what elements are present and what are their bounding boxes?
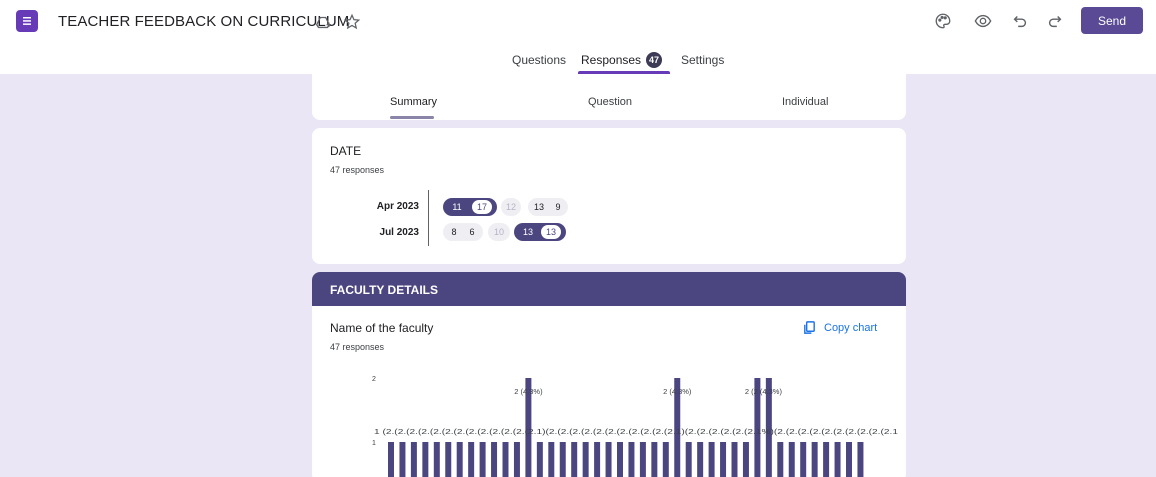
day-chip[interactable]: 17 (471, 199, 493, 215)
summary-tab-indicator (390, 116, 434, 119)
day-chip[interactable]: 10 (488, 223, 510, 241)
day-chip[interactable]: 12 (501, 198, 521, 216)
chart-bar[interactable] (445, 442, 452, 477)
chart-bar[interactable] (468, 442, 475, 477)
month-label: Apr 2023 (376, 201, 419, 212)
data-label: 2 (2 (4.3%) (745, 387, 783, 396)
chart-bar[interactable] (433, 442, 440, 477)
star-icon[interactable] (342, 12, 362, 32)
chart-bar[interactable] (651, 442, 658, 477)
top-bar: TEACHER FEEDBACK ON CURRICULUM Send Ques… (0, 0, 1156, 74)
data-label-row: 1 (2.(2.(2.(2.(2.(2.(2.(2.(2.(2.(2.(2.(2… (374, 429, 898, 436)
chart-bar[interactable] (788, 442, 795, 477)
chart-bar[interactable] (834, 442, 841, 477)
date-question-card: DATE 47 responses Apr 2023 Jul 2023 11 1… (312, 128, 906, 264)
chart-bar[interactable] (628, 442, 635, 477)
chart-bar[interactable] (823, 442, 830, 477)
faculty-bar-chart: 1 2 1 (2.(2.(2.(2.(2.(2.(2.(2.(2.(2.(2.(2.… (372, 376, 898, 477)
chart-bar[interactable] (639, 442, 646, 477)
chart-bar[interactable] (811, 442, 818, 477)
chart-bar[interactable] (605, 442, 612, 477)
send-button[interactable]: Send (1081, 7, 1143, 34)
chart-bar[interactable] (777, 442, 784, 477)
day-chip[interactable]: 13 (540, 224, 562, 240)
chart-bar[interactable] (662, 442, 669, 477)
chart-bar[interactable] (800, 442, 807, 477)
tab-questions[interactable]: Questions (512, 53, 566, 67)
day-chip[interactable]: 13 (518, 223, 538, 241)
tab-question[interactable]: Question (588, 96, 632, 108)
document-title[interactable]: TEACHER FEEDBACK ON CURRICULUM (58, 13, 349, 30)
y-tick-label: 2 (372, 376, 376, 383)
chart-bar[interactable] (513, 442, 520, 477)
chart-bar[interactable] (594, 442, 601, 477)
chart-bar[interactable] (410, 442, 417, 477)
responses-count-badge: 47 (646, 52, 662, 68)
chart-bar[interactable] (422, 442, 429, 477)
chart-bar[interactable] (559, 442, 566, 477)
chart-bar[interactable] (731, 442, 738, 477)
day-chip[interactable]: 11 (447, 198, 467, 216)
chart-bar[interactable] (708, 442, 715, 477)
tab-settings[interactable]: Settings (681, 53, 724, 67)
tab-responses[interactable]: Responses (581, 53, 641, 67)
month-label: Jul 2023 (379, 227, 419, 238)
day-chip[interactable]: 13 (530, 198, 548, 216)
chart-bar[interactable] (536, 442, 543, 477)
y-tick-label: 1 (372, 440, 376, 447)
chart-bar[interactable] (857, 442, 864, 477)
chart-bar[interactable] (548, 442, 555, 477)
data-label: 2 (4.3%) (663, 387, 692, 396)
summary-tabs-card: Summary Question Individual (312, 74, 906, 120)
day-chip[interactable]: 6 (463, 223, 481, 241)
faculty-section-card: FACULTY DETAILS Name of the faculty 47 r… (312, 272, 906, 477)
undo-icon[interactable] (1009, 10, 1031, 32)
chart-bar[interactable] (582, 442, 589, 477)
preview-eye-icon[interactable] (972, 10, 994, 32)
data-label: 2 (4.3%) (514, 387, 543, 396)
add-drive-icon[interactable] (313, 12, 333, 32)
chart-bar[interactable] (502, 442, 509, 477)
forms-app-icon[interactable] (16, 10, 38, 32)
chart-bar[interactable] (697, 442, 704, 477)
chart-bar[interactable] (742, 442, 749, 477)
chart-bar[interactable] (456, 442, 463, 477)
chart-bar[interactable] (617, 442, 623, 477)
chart-bar[interactable] (720, 442, 727, 477)
calendar-divider (428, 190, 429, 246)
redo-icon[interactable] (1044, 10, 1066, 32)
chart-bar[interactable] (388, 442, 394, 477)
question-title: DATE (330, 144, 362, 158)
chart-bar[interactable] (571, 442, 578, 477)
palette-icon[interactable] (932, 10, 954, 32)
chart-bar[interactable] (399, 442, 406, 477)
tab-summary[interactable]: Summary (390, 96, 437, 108)
chart-bar[interactable] (846, 442, 852, 477)
chart-bar[interactable] (479, 442, 486, 477)
day-chip[interactable]: 8 (445, 223, 463, 241)
tab-individual[interactable]: Individual (782, 96, 828, 108)
chart-bar[interactable] (685, 442, 692, 477)
chart-bar[interactable] (491, 442, 498, 477)
main-tabs: Questions Responses 47 Settings (0, 52, 1156, 74)
day-chip[interactable]: 9 (549, 198, 567, 216)
response-count: 47 responses (330, 165, 385, 175)
